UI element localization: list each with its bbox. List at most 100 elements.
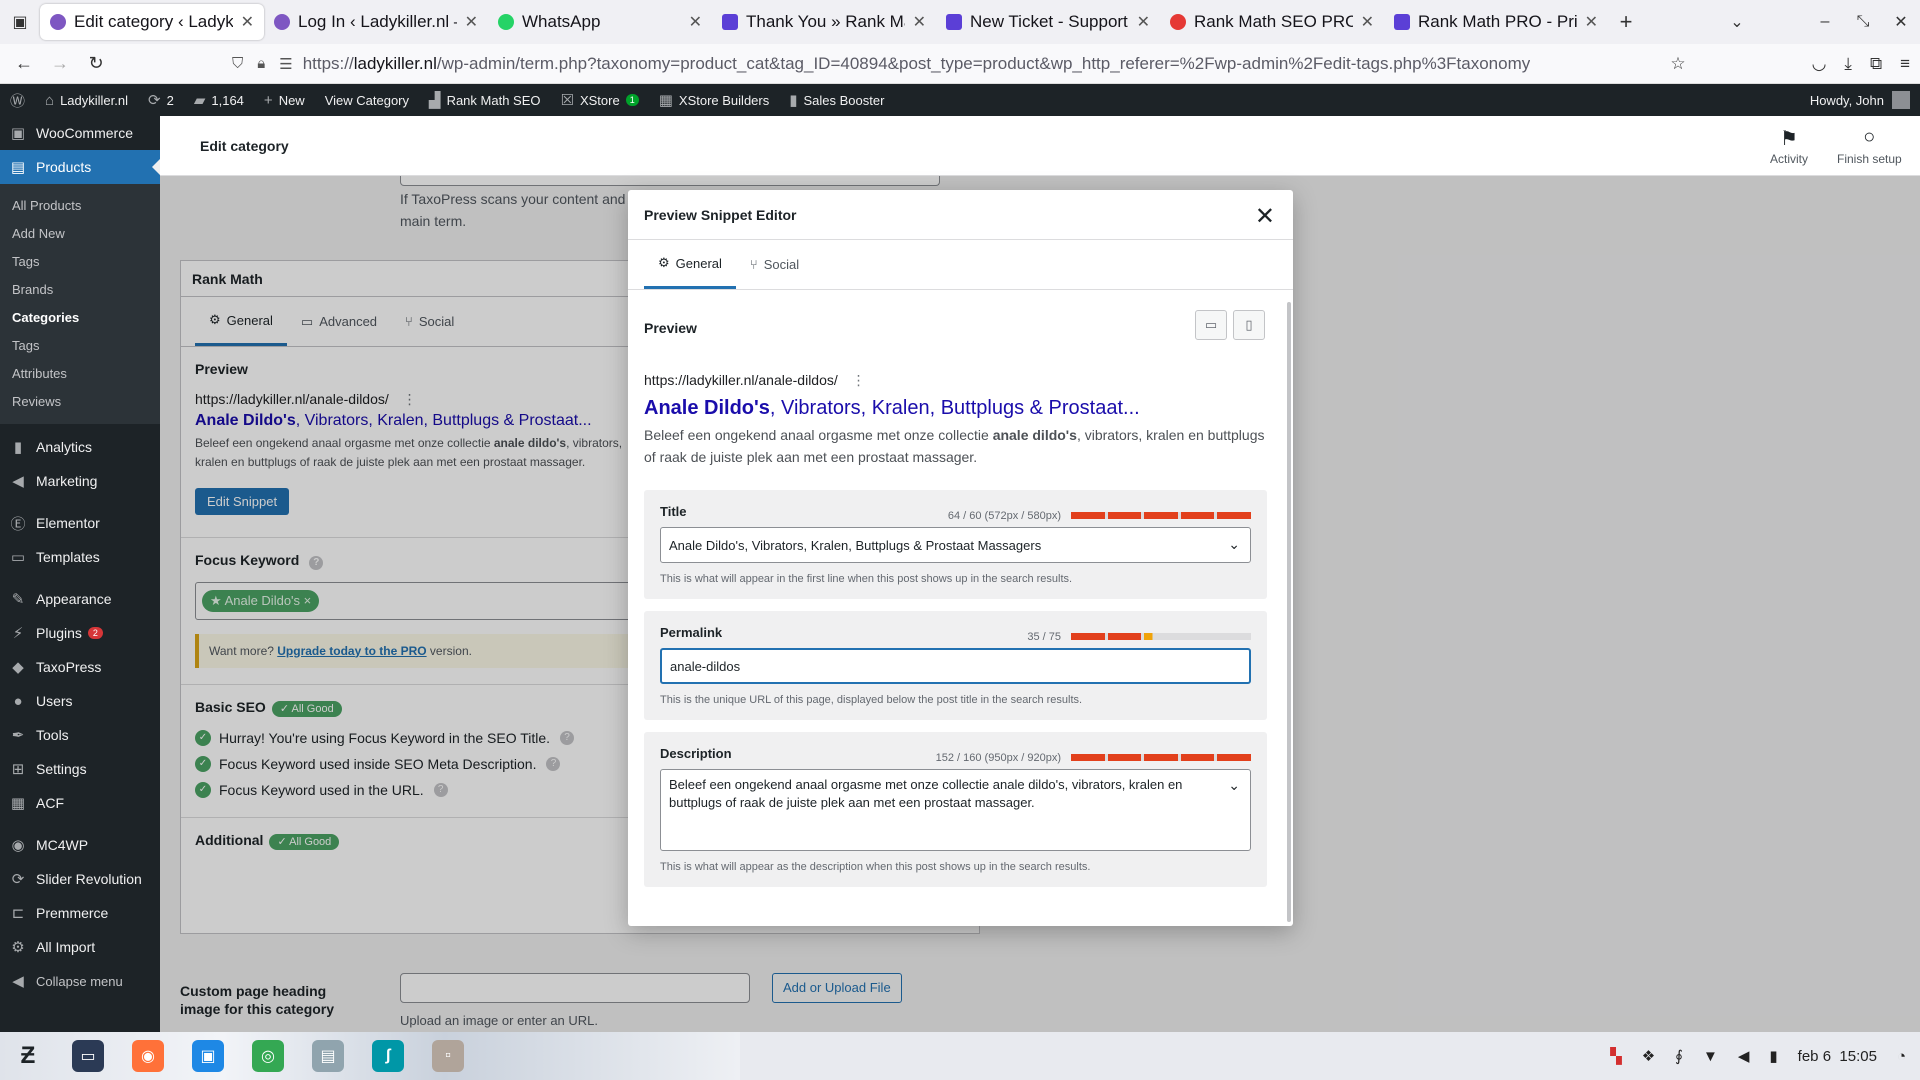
files-icon[interactable]: ▤: [312, 1040, 344, 1072]
sidebar-item-tools[interactable]: ✒ Tools: [0, 718, 160, 752]
title-input[interactable]: Anale Dildo's, Vibrators, Kralen, Buttpl…: [660, 527, 1251, 563]
sidebar-item-mc4wp[interactable]: ◉ MC4WP: [0, 828, 160, 862]
tab-list-icon[interactable]: ▣: [0, 0, 40, 44]
comments-link[interactable]: ▰ 1,164: [184, 84, 254, 116]
sidebar-item-marketing[interactable]: ◀ Marketing: [0, 464, 160, 498]
app-menu-icon[interactable]: ≡: [1900, 54, 1910, 74]
close-tab-icon[interactable]: ✕: [913, 12, 926, 32]
xstore-link[interactable]: ☒ XStore 1: [551, 84, 649, 116]
close-tab-icon[interactable]: ✕: [241, 12, 254, 32]
tray-app-icon[interactable]: ▚: [1610, 1047, 1622, 1065]
restore-icon[interactable]: ⤡: [1844, 13, 1882, 31]
close-tab-icon[interactable]: ✕: [1137, 12, 1150, 32]
back-icon[interactable]: ←: [6, 53, 42, 74]
sidebar-item-acf[interactable]: ▦ ACF: [0, 786, 160, 820]
reload-icon[interactable]: ↻: [78, 53, 114, 74]
submenu-tags[interactable]: Tags: [0, 332, 160, 360]
permissions-icon[interactable]: ☰: [279, 55, 292, 73]
browser-tab[interactable]: WhatsApp ✕: [488, 4, 712, 40]
submenu-brands[interactable]: Brands: [0, 276, 160, 304]
url-text[interactable]: https://ladykiller.nl/wp-admin/term.php?…: [303, 54, 1531, 74]
sidebar-item-plugins[interactable]: ⚡︎ Plugins 2: [0, 616, 160, 650]
submenu-all-products[interactable]: All Products: [0, 192, 160, 220]
extensions-icon[interactable]: ⧉: [1870, 54, 1882, 74]
chrome-icon[interactable]: ◎: [252, 1040, 284, 1072]
wifi-icon[interactable]: ▼: [1703, 1048, 1718, 1065]
modal-tab-social[interactable]: ⑂ Social: [736, 240, 813, 289]
clock[interactable]: feb 6 15:05: [1798, 1048, 1877, 1065]
zorin-menu-icon[interactable]: Ƶ: [12, 1040, 44, 1072]
rank-math-link[interactable]: ▟ Rank Math SEO: [419, 84, 550, 116]
sidebar-item-analytics[interactable]: ▮ Analytics: [0, 430, 160, 464]
submenu-attributes[interactable]: Attributes: [0, 360, 160, 388]
sidebar-item-taxopress[interactable]: ◆ TaxoPress: [0, 650, 160, 684]
lock-icon[interactable]: 🔒︎: [257, 55, 265, 73]
close-tab-icon[interactable]: ✕: [689, 12, 702, 32]
pocket-icon[interactable]: ◡: [1812, 54, 1827, 74]
view-category-link[interactable]: View Category: [315, 84, 419, 116]
sidebar-item-premmerce[interactable]: ⊏ Premmerce: [0, 896, 160, 930]
mobile-preview-icon[interactable]: ▯: [1233, 310, 1265, 340]
description-textarea[interactable]: Beleef een ongekend anaal orgasme met on…: [660, 769, 1251, 851]
variables-dropdown-icon[interactable]: ⌄: [1228, 536, 1240, 553]
sidebar-item-elementor[interactable]: Ⓔ Elementor: [0, 506, 160, 540]
bookmark-star-icon[interactable]: ☆: [1670, 54, 1685, 74]
slack-like-app-icon[interactable]: ʃ: [372, 1040, 404, 1072]
close-icon[interactable]: ✕: [1255, 202, 1275, 231]
submenu-categories[interactable]: Categories: [0, 304, 160, 332]
wordpress-logo-icon[interactable]: Ⓦ: [0, 84, 35, 116]
browser-tab[interactable]: Rank Math SEO PRO 3 ✕: [1160, 4, 1384, 40]
volume-icon[interactable]: ◀: [1738, 1047, 1750, 1065]
browser-tab[interactable]: Rank Math PRO - Prici ✕: [1384, 4, 1608, 40]
workspaces-icon[interactable]: ▭: [72, 1040, 104, 1072]
minimize-icon[interactable]: –: [1806, 13, 1844, 31]
browser-tab[interactable]: New Ticket - Support ✕: [936, 4, 1160, 40]
new-tab-icon[interactable]: +: [1608, 9, 1644, 35]
sidebar-item-users[interactable]: ● Users: [0, 684, 160, 718]
sidebar-item-appearance[interactable]: ✎ Appearance: [0, 582, 160, 616]
dropbox-icon[interactable]: ❖: [1642, 1047, 1655, 1065]
forward-icon[interactable]: →: [42, 53, 78, 74]
close-tab-icon[interactable]: ✕: [465, 12, 478, 32]
modal-tab-general[interactable]: ⚙ General: [644, 240, 736, 289]
sales-booster-link[interactable]: ▮ Sales Booster: [779, 84, 894, 116]
submenu-tags[interactable]: Tags: [0, 248, 160, 276]
modal-scrollbar[interactable]: [1287, 302, 1291, 922]
variables-dropdown-icon[interactable]: ⌄: [1228, 776, 1240, 794]
close-tab-icon[interactable]: ✕: [1361, 12, 1374, 32]
my-account-link[interactable]: Howdy, John: [1810, 84, 1910, 116]
browser-tab[interactable]: Edit category ‹ Ladyki ✕: [40, 4, 264, 40]
permalink-input[interactable]: anale-dildos: [660, 648, 1251, 684]
site-name-link[interactable]: ⌂ Ladykiller.nl: [35, 84, 138, 116]
sidebar-item-products[interactable]: ▤ Products: [0, 150, 160, 184]
software-store-icon[interactable]: ▣: [192, 1040, 224, 1072]
downloads-icon[interactable]: ⤓: [1844, 54, 1852, 74]
sidebar-item-slider-revolution[interactable]: ⟳ Slider Revolution: [0, 862, 160, 896]
sidebar-item-templates[interactable]: ▭ Templates: [0, 540, 160, 574]
tray-script-icon[interactable]: ∮: [1675, 1047, 1683, 1065]
firefox-icon[interactable]: ◉: [132, 1040, 164, 1072]
shield-icon[interactable]: ⛉: [232, 55, 243, 73]
sidebar-collapse-menu[interactable]: ◀ Collapse menu: [0, 964, 160, 998]
browser-tab[interactable]: Log In ‹ Ladykiller.nl — ✕: [264, 4, 488, 40]
close-tab-icon[interactable]: ✕: [1585, 12, 1598, 32]
serp-title[interactable]: Anale Dildo's, Vibrators, Kralen, Buttpl…: [644, 397, 1267, 420]
activity-button[interactable]: ⚑ Activity: [1770, 126, 1808, 166]
sidebar-item-woocommerce[interactable]: ▣ WooCommerce: [0, 116, 160, 150]
desktop-preview-icon[interactable]: ▭: [1195, 310, 1227, 340]
url-bar[interactable]: ⛉ 🔒︎ ☰ https://ladykiller.nl/wp-admin/te…: [232, 48, 1642, 80]
tab-overflow-chevron-icon[interactable]: ⌄: [1718, 12, 1756, 32]
browser-tab[interactable]: Thank You » Rank Mat ✕: [712, 4, 936, 40]
sidebar-item-all-import[interactable]: ⚙ All Import: [0, 930, 160, 964]
submenu-reviews[interactable]: Reviews: [0, 388, 160, 416]
battery-icon[interactable]: ▮: [1769, 1047, 1777, 1065]
close-window-icon[interactable]: ✕: [1882, 12, 1920, 32]
sidebar-item-settings[interactable]: ⊞ Settings: [0, 752, 160, 786]
app-icon[interactable]: ▫: [432, 1040, 464, 1072]
xstore-builders-link[interactable]: ▦ XStore Builders: [649, 84, 780, 116]
submenu-add-new[interactable]: Add New: [0, 220, 160, 248]
new-content-link[interactable]: + New: [254, 84, 315, 116]
updates-link[interactable]: ⟳ 2: [138, 84, 184, 116]
finish-setup-button[interactable]: ○ Finish setup: [1837, 126, 1902, 166]
notifications-icon[interactable]: ◔: [1897, 1048, 1906, 1065]
